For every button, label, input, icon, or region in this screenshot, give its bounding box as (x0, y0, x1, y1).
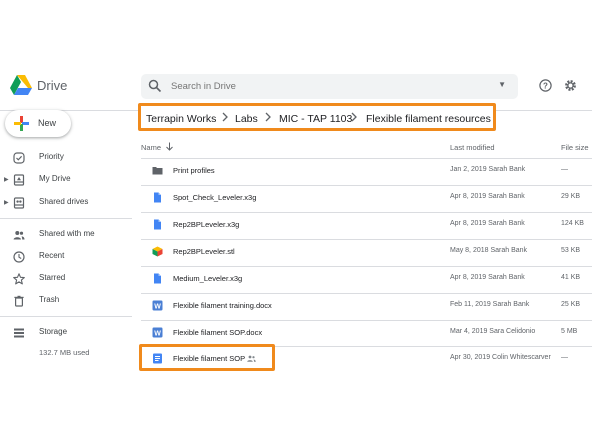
sidebar-item-priority[interactable]: Priority (0, 149, 130, 169)
file-name[interactable]: Spot_Check_Leveler.x3g (173, 193, 256, 202)
last-modified: Apr 8, 2019 Sarah Bank (450, 193, 525, 200)
sidebar-item-label: Storage (39, 327, 68, 336)
last-modified: Apr 8, 2019 Sarah Bank (450, 274, 525, 281)
3d-model-icon (152, 246, 163, 257)
last-modified: Apr 8, 2019 Sarah Bank (450, 220, 525, 227)
last-modified: Mar 4, 2019 Sara Celidonio (450, 328, 536, 335)
sort-arrow-down-icon[interactable] (165, 142, 174, 151)
file-name[interactable]: Print profiles (173, 166, 215, 175)
file-name[interactable]: Rep2BPLeveler.stl (173, 247, 235, 256)
sidebar-item-my-drive[interactable]: ▶ My Drive (0, 171, 130, 191)
sidebar-item-label: Recent (39, 251, 65, 260)
file-size: — (561, 166, 568, 173)
breadcrumb-item[interactable]: Labs (235, 113, 258, 125)
table-row[interactable]: Spot_Check_Leveler.x3g Apr 8, 2019 Sarah… (141, 185, 592, 208)
sidebar-item-trash[interactable]: Trash (0, 292, 130, 312)
search-icon[interactable] (148, 79, 162, 93)
file-size: 41 KB (561, 274, 581, 281)
file-size: 29 KB (561, 193, 581, 200)
trash-icon (14, 295, 24, 307)
sidebar-divider (0, 316, 132, 317)
file-size: 5 MB (561, 328, 578, 335)
file-icon (154, 219, 161, 230)
new-button[interactable]: New (5, 110, 71, 137)
help-icon[interactable]: ? (539, 79, 552, 92)
chevron-right-icon (265, 112, 271, 122)
svg-text:W: W (154, 330, 161, 337)
plus-icon (14, 116, 29, 131)
expand-arrow-icon[interactable]: ▶ (4, 176, 9, 183)
breadcrumb-item[interactable]: MIC - TAP 1103 (279, 113, 352, 125)
table-row[interactable]: W Flexible filament SOP.docx Mar 4, 2019… (141, 320, 592, 343)
last-modified: Jan 2, 2019 Sarah Bank (450, 166, 526, 173)
shared-drives-icon (13, 197, 25, 209)
table-row[interactable]: Rep2BPLeveler.x3g Apr 8, 2019 Sarah Bank… (141, 212, 592, 235)
sidebar-item-label: Priority (39, 152, 64, 161)
file-name[interactable]: Medium_Leveler.x3g (173, 274, 242, 283)
sidebar-item-shared-drives[interactable]: ▶ Shared drives (0, 194, 130, 214)
breadcrumb: Terrapin Works Labs MIC - TAP 1103 Flexi… (138, 103, 496, 131)
table-row[interactable]: Print profiles Jan 2, 2019 Sarah Bank — (141, 158, 592, 181)
file-name[interactable]: Flexible filament training.docx (173, 301, 272, 310)
sidebar-item-label: Shared drives (39, 197, 89, 206)
breadcrumb-item-current[interactable]: Flexible filament resources (366, 113, 491, 125)
svg-text:W: W (154, 303, 161, 310)
table-row[interactable]: Medium_Leveler.x3g Apr 8, 2019 Sarah Ban… (141, 266, 592, 289)
column-header-size[interactable]: File size (561, 143, 589, 152)
folder-icon (152, 167, 163, 175)
last-modified: Feb 11, 2019 Sarah Bank (450, 301, 530, 308)
file-size: 124 KB (561, 220, 584, 227)
column-header-modified[interactable]: Last modified (450, 143, 495, 152)
sidebar-item-storage[interactable]: Storage (0, 324, 130, 344)
table-row[interactable]: W Flexible filament training.docx Feb 11… (141, 293, 592, 316)
column-header-name[interactable]: Name (141, 143, 161, 152)
drive-logo-icon[interactable] (10, 75, 32, 95)
sidebar-item-label: Starred (39, 273, 66, 282)
new-button-label: New (38, 118, 57, 128)
search-bar[interactable]: ▼ (141, 74, 518, 99)
file-name[interactable]: Rep2BPLeveler.x3g (173, 220, 239, 229)
check-circle-icon (13, 152, 25, 164)
file-icon (154, 192, 161, 203)
sidebar-item-label: Trash (39, 295, 60, 304)
word-icon: W (152, 300, 163, 311)
storage-used-text: 132.7 MB used (39, 348, 90, 357)
search-options-icon[interactable]: ▼ (498, 80, 506, 89)
sidebar-item-starred[interactable]: Starred (0, 270, 130, 290)
people-icon (13, 231, 25, 240)
breadcrumb-item[interactable]: Terrapin Works (146, 113, 216, 125)
gear-icon[interactable] (564, 79, 577, 92)
file-size: 53 KB (561, 247, 581, 254)
word-icon: W (152, 327, 163, 338)
chevron-right-icon (222, 112, 228, 122)
last-modified: May 8, 2018 Sarah Bank (450, 247, 528, 254)
file-size: — (561, 354, 568, 361)
clock-icon (13, 251, 25, 263)
svg-text:?: ? (543, 81, 548, 90)
file-name[interactable]: Flexible filament SOP.docx (173, 328, 262, 337)
sidebar-item-label: Shared with me (39, 229, 95, 238)
last-modified: Apr 30, 2019 Colin Whitescarver (450, 354, 551, 361)
sidebar-item-shared-with-me[interactable]: Shared with me (0, 226, 130, 246)
sidebar-item-label: My Drive (39, 174, 71, 183)
chevron-right-icon (351, 112, 357, 122)
search-input[interactable] (171, 78, 471, 95)
highlight-annotation (139, 344, 275, 371)
my-drive-icon (13, 174, 25, 186)
file-icon (154, 273, 161, 284)
file-size: 25 KB (561, 301, 581, 308)
sidebar-divider (0, 218, 132, 219)
table-row[interactable]: Rep2BPLeveler.stl May 8, 2018 Sarah Bank… (141, 239, 592, 262)
storage-icon (14, 328, 24, 338)
expand-arrow-icon[interactable]: ▶ (4, 199, 9, 206)
sidebar-item-recent[interactable]: Recent (0, 248, 130, 268)
app-name: Drive (37, 78, 68, 93)
star-icon (13, 273, 25, 285)
